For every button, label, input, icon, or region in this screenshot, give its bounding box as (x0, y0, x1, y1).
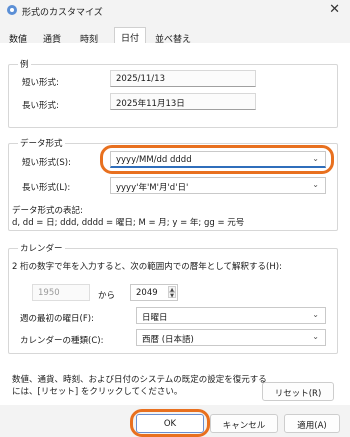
chevron-down-icon[interactable]: ⌄ (312, 332, 319, 341)
first-day-value: 日曜日 (142, 313, 168, 323)
gear-icon (7, 5, 17, 15)
first-day-label: 週の最初の曜日(F): (20, 314, 94, 324)
data-format-group-label: データ形式 (18, 137, 65, 149)
reset-description-line1: 数値、通貨、時刻、および日付のシステムの既定の設定を復元する (12, 375, 267, 385)
notation-text: d, dd = 日; ddd, dddd = 曜日; M = 月; y = 年;… (12, 218, 245, 228)
stepper-arrows[interactable]: ▲ ▼ (168, 286, 176, 299)
long-format-value: yyyy'年'M'月'd'日' (116, 183, 189, 193)
long-format-label: 長い形式(L): (22, 183, 71, 193)
example-short-label: 短い形式: (22, 78, 59, 88)
chevron-down-icon[interactable]: ⌄ (312, 154, 319, 163)
short-format-combo[interactable]: yyyy/MM/dd dddd ⌄ (110, 151, 326, 168)
chevron-down-icon[interactable]: ▼ (168, 292, 176, 299)
tab-bar: 数値 通貨 時刻 日付 並べ替え (0, 22, 350, 45)
example-group-label: 例 (18, 58, 31, 70)
calendar-type-combo[interactable]: 西暦 (日本語) ⌄ (136, 329, 326, 346)
calendar-group-label: カレンダー (18, 242, 65, 254)
calendar-type-label: カレンダーの種類(C): (20, 336, 104, 346)
reset-description-line2: には、[リセット] をクリックしてください。 (12, 387, 183, 397)
window-title: 形式のカスタマイズ (22, 8, 103, 18)
year-from-value: 1950 (38, 288, 60, 298)
chevron-down-icon[interactable]: ⌄ (312, 180, 319, 189)
example-long-label: 長い形式: (22, 101, 59, 111)
year-to-value: 2049 (136, 288, 158, 298)
calendar-description: 2 桁の数字で年を入力すると、次の範囲内での暦年として解釈する(H): (12, 262, 282, 272)
year-to-stepper[interactable]: 2049 ▲ ▼ (130, 284, 178, 301)
apply-button[interactable]: 適用(A) (284, 414, 340, 433)
year-from-field: 1950 (32, 284, 90, 301)
long-format-combo[interactable]: yyyy'年'M'月'd'日' ⌄ (110, 177, 326, 194)
example-short-value: 2025/11/13 (110, 70, 256, 87)
chevron-down-icon[interactable]: ⌄ (312, 310, 319, 319)
title-bar: 形式のカスタマイズ ✕ (0, 0, 350, 22)
short-format-label: 短い形式(S): (22, 158, 71, 168)
short-format-value: yyyy/MM/dd dddd (116, 155, 192, 165)
calendar-type-value: 西暦 (日本語) (142, 335, 194, 345)
ok-button[interactable]: OK (136, 414, 204, 433)
close-icon[interactable]: ✕ (329, 2, 340, 17)
example-long-value: 2025年11月13日 (110, 93, 256, 110)
reset-button[interactable]: リセット(R) (262, 382, 334, 401)
range-to-label: から (98, 291, 116, 301)
notation-title: データ形式の表記: (12, 206, 83, 216)
cancel-button[interactable]: キャンセル (210, 414, 278, 433)
first-day-combo[interactable]: 日曜日 ⌄ (136, 307, 326, 324)
